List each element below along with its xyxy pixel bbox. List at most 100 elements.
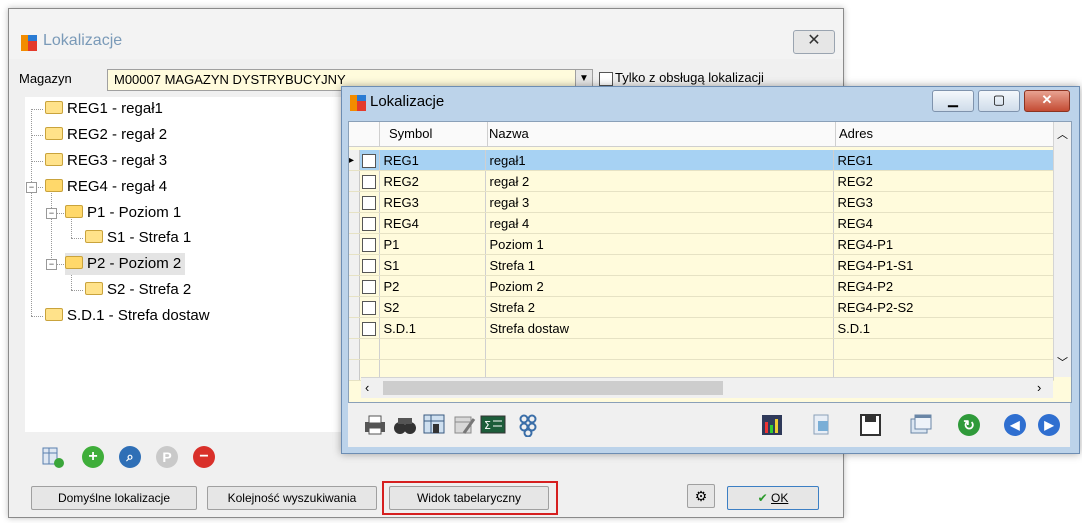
cell-adres: REG4-P2: [833, 275, 1054, 297]
only-locations-checkbox[interactable]: [599, 72, 613, 86]
chevron-up-icon[interactable]: ︿: [1057, 126, 1068, 142]
chevron-down-icon[interactable]: ﹀: [1057, 354, 1068, 370]
row-checkbox-cell[interactable]: [359, 338, 380, 360]
row-checkbox-cell[interactable]: [359, 212, 380, 234]
tree-item[interactable]: S.D.1 - Strefa dostaw: [45, 305, 210, 327]
binoculars-icon[interactable]: [392, 413, 418, 437]
chevron-right-icon[interactable]: ›: [1037, 380, 1041, 395]
row-checkbox[interactable]: [361, 321, 376, 336]
cell-symbol: S2: [379, 296, 486, 318]
tree-item[interactable]: S1 - Strefa 1: [85, 227, 191, 249]
maximize-button[interactable]: ▢: [978, 90, 1020, 112]
row-indicator: [349, 338, 360, 360]
refresh-icon[interactable]: ↻: [958, 414, 980, 436]
minimize-button[interactable]: ▁: [932, 90, 974, 112]
row-checkbox-cell[interactable]: [359, 296, 380, 318]
table-row[interactable]: S1 Strefa 1 REG4-P1-S1: [349, 254, 1054, 276]
sum-icon[interactable]: Σ: [480, 413, 506, 437]
row-checkbox-cell[interactable]: [359, 275, 380, 297]
delete-icon[interactable]: −: [193, 446, 215, 468]
tree-item-selected[interactable]: P2 - Poziom 2: [65, 253, 186, 275]
row-checkbox[interactable]: [361, 153, 376, 168]
horizontal-scrollbar[interactable]: ‹ ›: [361, 377, 1053, 398]
column-header-adres[interactable]: Adres: [839, 126, 873, 141]
grid-table: ▸ REG1 regał1 REG1 REG2 regał 2 REG2 REG3 regał …: [349, 150, 1054, 381]
add-icon[interactable]: +: [82, 446, 104, 468]
tree-item-label: REG1 - regał1: [67, 100, 163, 117]
tree-connector: [56, 213, 64, 214]
prev-icon[interactable]: ◀: [1004, 414, 1026, 436]
tree-item[interactable]: P1 - Poziom 1: [65, 202, 181, 224]
cell-nazwa: regał1: [485, 150, 834, 171]
row-checkbox-cell[interactable]: [359, 254, 380, 276]
p-icon[interactable]: P: [156, 446, 178, 468]
table-row[interactable]: S2 Strefa 2 REG4-P2-S2: [349, 296, 1054, 318]
row-checkbox[interactable]: [361, 195, 376, 210]
grid-add-icon[interactable]: [41, 445, 65, 469]
tree-connector: [51, 193, 52, 264]
row-checkbox[interactable]: [361, 237, 376, 252]
row-checkbox-cell[interactable]: [359, 191, 380, 213]
table-row[interactable]: S.D.1 Strefa dostaw S.D.1: [349, 317, 1054, 339]
table-row[interactable]: REG2 regał 2 REG2: [349, 170, 1054, 192]
table-row[interactable]: P1 Poziom 1 REG4-P1: [349, 233, 1054, 255]
settings-icon[interactable]: ⚙: [687, 484, 715, 508]
column-separator: [487, 122, 488, 146]
minimize-icon: ▁: [948, 92, 958, 107]
export-icon[interactable]: [810, 413, 836, 437]
filter-icon[interactable]: [422, 413, 448, 437]
collapse-icon[interactable]: −: [46, 259, 57, 270]
search-icon[interactable]: ⌕: [119, 446, 141, 468]
table-row[interactable]: REG3 regał 3 REG3: [349, 191, 1054, 213]
row-checkbox-cell[interactable]: [359, 150, 380, 171]
grid-toolbar: Σ ↻ ◀ ▶: [348, 403, 1070, 447]
row-checkbox[interactable]: [361, 174, 376, 189]
cell-symbol: P1: [379, 233, 486, 255]
collapse-icon[interactable]: −: [26, 182, 37, 193]
row-checkbox-cell[interactable]: [359, 170, 380, 192]
tree-item[interactable]: REG4 - regał 4: [45, 176, 167, 198]
ok-button[interactable]: ✔ OK: [727, 486, 819, 510]
table-row[interactable]: P2 Poziom 2 REG4-P2: [349, 275, 1054, 297]
column-header-symbol[interactable]: Symbol: [389, 126, 432, 141]
row-checkbox[interactable]: [361, 279, 376, 294]
row-checkbox[interactable]: [361, 258, 376, 273]
search-order-button[interactable]: Kolejność wyszukiwania: [207, 486, 377, 510]
table-view-button[interactable]: Widok tabelaryczny: [389, 486, 549, 510]
tree-item-label: P1 - Poziom 1: [87, 204, 182, 221]
chevron-left-icon[interactable]: ‹: [365, 380, 369, 395]
windows-icon[interactable]: [908, 413, 934, 437]
locations-grid[interactable]: Symbol Nazwa Adres ▸ REG1 regał1 REG1 REG2 re…: [348, 121, 1072, 403]
tree-item[interactable]: REG3 - regał 3: [45, 150, 167, 172]
print-icon[interactable]: [362, 413, 388, 437]
table-row[interactable]: REG4 regał 4 REG4: [349, 212, 1054, 234]
row-checkbox-cell[interactable]: [359, 233, 380, 255]
tree-item[interactable]: REG1 - regał1: [45, 98, 163, 120]
row-checkbox[interactable]: [361, 300, 376, 315]
close-button[interactable]: ✕: [1024, 90, 1070, 112]
locations-tree[interactable]: − − − REG1 - regał1 REG2 - regał 2 REG3 …: [25, 97, 355, 432]
table-row[interactable]: ▸ REG1 regał1 REG1: [349, 150, 1054, 171]
chart-icon[interactable]: [760, 413, 786, 437]
scroll-thumb[interactable]: [383, 381, 723, 395]
close-button[interactable]: ✕: [793, 30, 835, 54]
save-icon[interactable]: [858, 413, 884, 437]
column-header-nazwa[interactable]: Nazwa: [489, 126, 529, 141]
tree-item[interactable]: S2 - Strefa 2: [85, 279, 191, 301]
cell-adres: S.D.1: [833, 317, 1054, 339]
row-checkbox-cell[interactable]: [359, 317, 380, 339]
link-icon[interactable]: [518, 413, 544, 438]
table-row-empty[interactable]: [349, 338, 1054, 360]
cell-adres: REG2: [833, 170, 1054, 192]
default-locations-button[interactable]: Domyślne lokalizacje: [31, 486, 197, 510]
column-separator: [835, 122, 836, 146]
tree-connector: [36, 187, 43, 188]
collapse-icon[interactable]: −: [46, 208, 57, 219]
row-checkbox[interactable]: [361, 216, 376, 231]
vertical-scrollbar[interactable]: ︿ ﹀: [1053, 122, 1071, 377]
folder-icon: [85, 282, 103, 295]
next-icon[interactable]: ▶: [1038, 414, 1060, 436]
window-title: Lokalizacje: [43, 32, 123, 49]
tree-item[interactable]: REG2 - regał 2: [45, 124, 167, 146]
column-chooser-icon[interactable]: [452, 413, 478, 437]
